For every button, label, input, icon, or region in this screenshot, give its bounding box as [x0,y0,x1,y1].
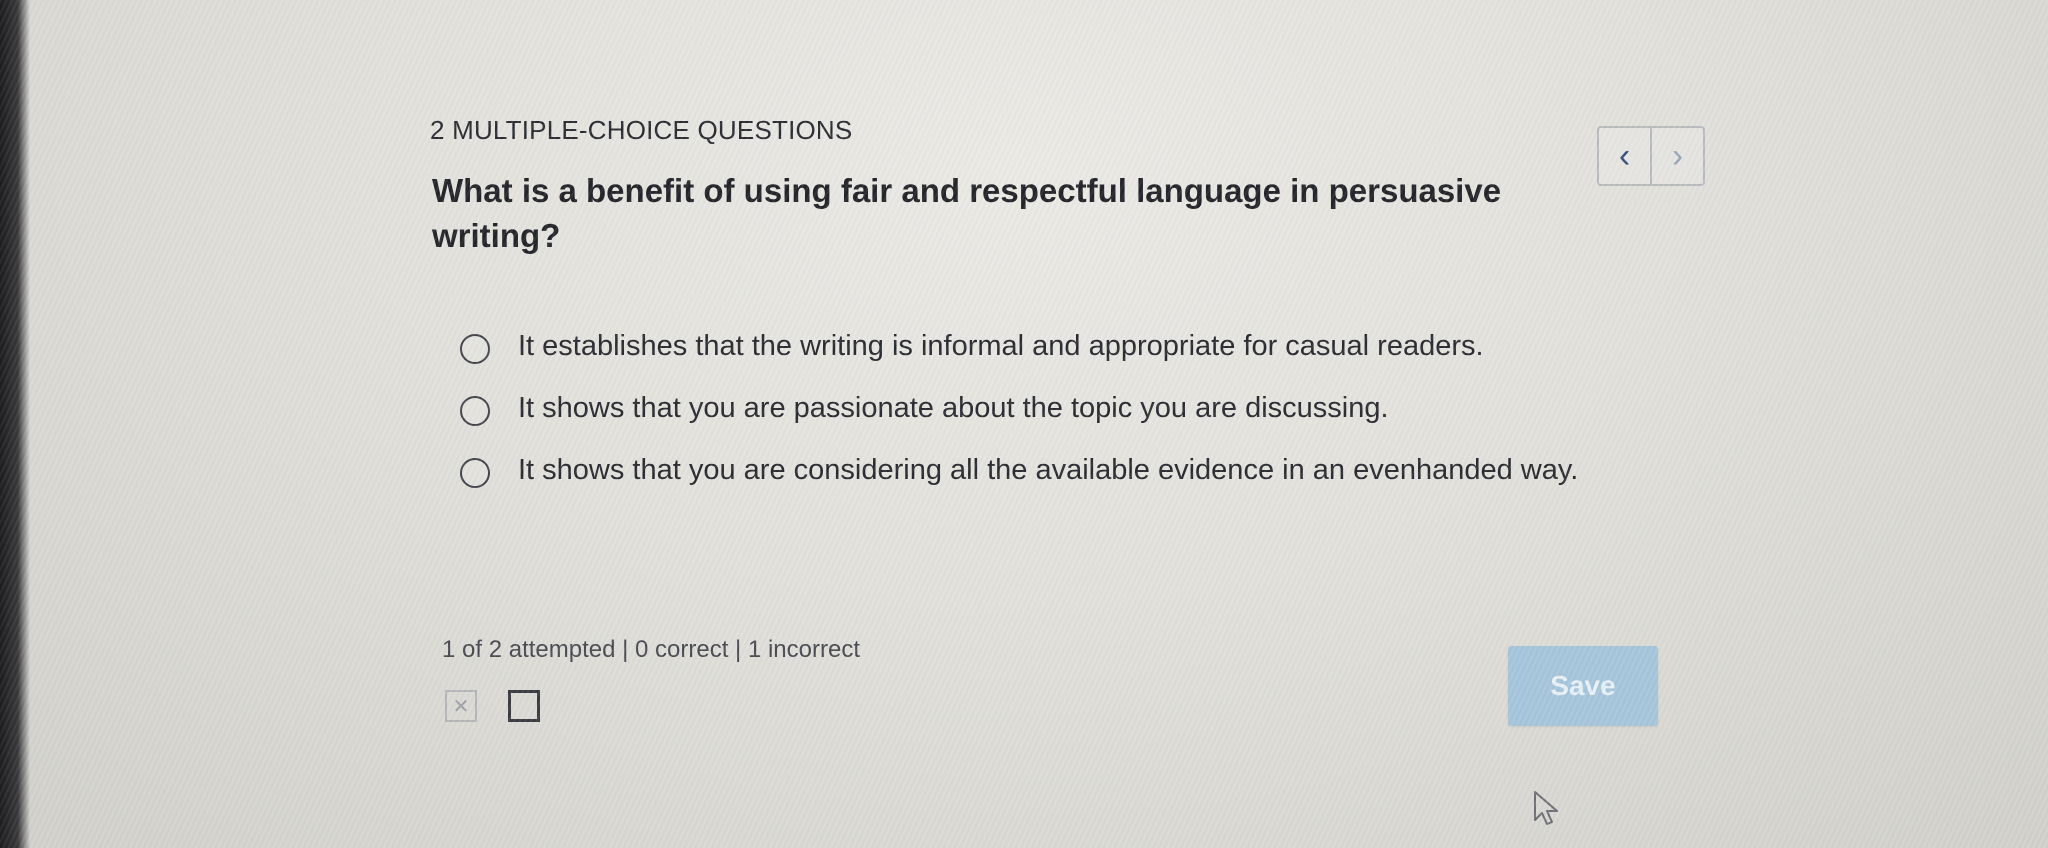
answer-option-2[interactable]: It shows that you are passionate about t… [460,392,1620,432]
answer-option-1[interactable]: It establishes that the writing is infor… [460,330,1620,370]
radio-button[interactable] [460,396,490,426]
close-icon: ✕ [452,695,470,718]
question-marker-unanswered[interactable] [508,690,540,722]
section-label: 2 MULTIPLE-CHOICE QUESTIONS [430,115,853,145]
answer-option-label: It establishes that the writing is infor… [518,330,1484,362]
radio-button[interactable] [460,458,490,488]
answer-options: It establishes that the writing is infor… [460,330,1620,516]
screen-bezel [0,0,30,848]
answer-option-label: It shows that you are considering all th… [518,454,1579,486]
mouse-cursor-icon [1534,791,1558,825]
answer-option-3[interactable]: It shows that you are considering all th… [460,454,1620,494]
radio-button[interactable] [460,334,490,364]
question-marker-incorrect[interactable]: ✕ [445,690,477,722]
next-question-button[interactable]: › [1652,128,1703,184]
attempt-status: 1 of 2 attempted | 0 correct | 1 incorre… [442,636,860,663]
question-text: What is a benefit of using fair and resp… [432,172,1502,254]
chevron-left-icon: ‹ [1618,137,1631,175]
chevron-right-icon: › [1671,137,1684,175]
question-nav: ‹ › [1597,126,1705,186]
screen: 2 MULTIPLE-CHOICE QUESTIONS ‹ › What is … [0,0,2048,848]
save-button[interactable]: Save [1508,646,1658,726]
answer-option-label: It shows that you are passionate about t… [518,392,1389,424]
